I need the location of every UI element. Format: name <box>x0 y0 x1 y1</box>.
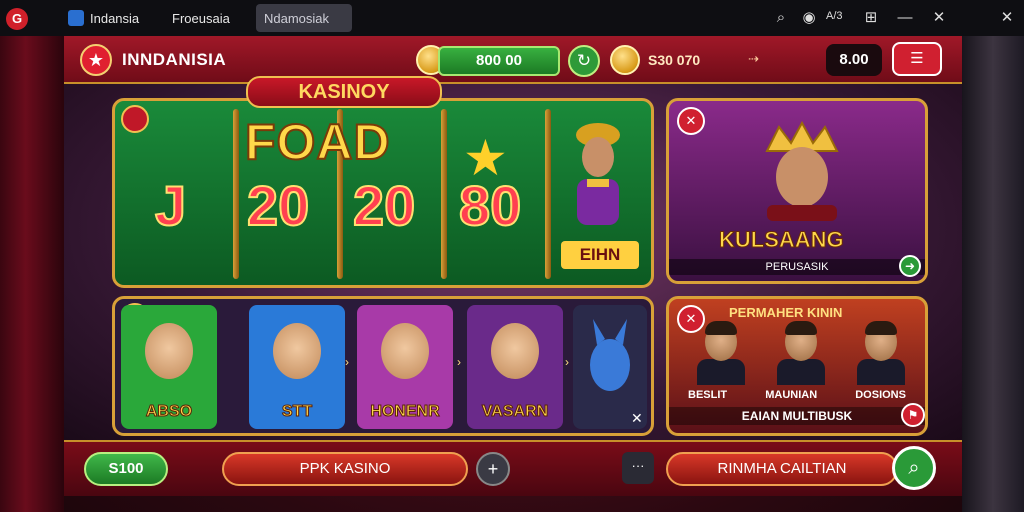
multiplayer-subtitle: EAIAN MULTIBUSK <box>669 407 925 425</box>
games-row-panel: ABSO STT › HONENR › VASARN › ✕ <box>112 296 654 436</box>
star-icon: ★ <box>463 130 508 186</box>
reel-divider <box>545 109 551 279</box>
player-name: MAUNIAN <box>765 389 818 401</box>
window-titlebar: G Indansia Froeusaia Ndamosiak ⌕ ◉ A/3 ⊞… <box>0 0 1024 36</box>
game-card[interactable]: ✕ <box>573 305 647 429</box>
game-card[interactable]: VASARN <box>467 305 563 429</box>
reel-divider <box>441 109 447 279</box>
promo-panel[interactable]: ✕ KULSAANG PERUSASIK ➜ <box>666 98 928 284</box>
chevron-right-icon: › <box>457 355 461 369</box>
multiplayer-title: PERMAHER KININ <box>729 305 843 320</box>
player-name: DOSIONS <box>855 389 906 401</box>
search-icon[interactable]: ⌕ <box>770 8 792 28</box>
player-name: BESLIT <box>688 389 728 401</box>
reel-symbol: 20 <box>352 173 416 238</box>
add-button[interactable]: + <box>476 452 510 486</box>
record-icon[interactable]: ◉ <box>798 8 820 28</box>
slot-badge-icon[interactable] <box>121 105 149 133</box>
tab-ndamosiak[interactable]: Ndamosiak <box>256 4 352 32</box>
menu-button[interactable]: ☰ <box>892 42 942 76</box>
tab-froeusaia[interactable]: Froeusaia <box>172 4 230 32</box>
game-card[interactable]: STT <box>249 305 345 429</box>
player-avatar <box>853 321 909 385</box>
grid-icon[interactable]: ⊞ <box>860 8 882 28</box>
tab-label: Froeusaia <box>172 10 230 26</box>
chevron-right-icon: › <box>565 355 569 369</box>
gold-amount: S30 070 <box>648 52 701 68</box>
game-lobby: G Indansia Froeusaia Ndamosiak ⌕ ◉ A/3 ⊞… <box>0 0 1024 512</box>
search-button-icon[interactable]: ⌕ <box>892 446 936 490</box>
tab-label: Indansia <box>90 10 140 26</box>
slot-title: KASINOY <box>246 76 442 108</box>
right-curtain <box>962 36 1024 512</box>
top-bar: ★ INNDANISIA 800 00 ↻ S30 070 ⇢ 8.00 ☰ <box>64 36 962 84</box>
king-avatar-icon <box>765 121 839 221</box>
slot-machine-panel[interactable]: FOAD J 20 20 80 ★ EIHN <box>112 98 654 288</box>
app-logo-icon[interactable]: G <box>6 8 28 30</box>
arrow-right-icon[interactable]: ➜ <box>899 255 921 277</box>
close-button[interactable]: ✕ <box>928 8 950 28</box>
character-girl-icon <box>576 123 620 225</box>
arrow-icon: ⇢ <box>748 51 759 66</box>
game-label: STT <box>281 403 313 421</box>
zoom-readout: A/3 <box>826 10 843 22</box>
slot-big-word: FOAD <box>244 113 391 171</box>
promo-subtitle: PERUSASIK <box>669 259 925 275</box>
dragon-icon: ✕ <box>590 319 643 426</box>
promo-title: KULSAANG <box>719 227 845 253</box>
game-label: HONENR <box>370 403 440 421</box>
player-avatar <box>773 321 829 385</box>
value-display: 8.00 <box>826 44 882 76</box>
game-label: ABSO <box>145 403 193 421</box>
player-avatar <box>693 321 749 385</box>
balance-display[interactable]: 800 00 <box>438 46 560 76</box>
gold-coin-icon <box>610 45 640 75</box>
character-face-icon <box>381 323 429 379</box>
bottom-bar: S100 PPK KASINO + ··· RINMHA CAILTIAN ⌕ <box>64 440 962 496</box>
star-badge-icon[interactable]: ★ <box>80 44 112 76</box>
more-button[interactable]: ··· <box>622 452 654 484</box>
game-card[interactable]: ABSO <box>121 305 217 429</box>
action-button[interactable]: RINMHA CAILTIAN <box>666 452 898 486</box>
close-far-button[interactable]: ✕ <box>996 8 1018 28</box>
bonus-button[interactable]: S100 <box>84 452 168 486</box>
tab-label: Ndamosiak <box>264 10 330 26</box>
character-face-icon <box>145 323 193 379</box>
tab-indansia[interactable]: Indansia <box>68 4 139 32</box>
minimize-button[interactable]: — <box>894 8 916 28</box>
bonus-label: S100 <box>108 460 144 477</box>
casino-button[interactable]: PPK KASINO <box>222 452 468 486</box>
flag-icon[interactable]: ⚑ <box>901 403 925 427</box>
close-icon[interactable]: ✕ <box>677 107 705 135</box>
multiplayer-panel[interactable]: ✕ PERMAHER KININ BESLIT MAUNIAN DOSIONS … <box>666 296 928 436</box>
game-card[interactable]: HONENR <box>357 305 453 429</box>
player-names: BESLIT MAUNIAN DOSIONS <box>669 389 925 401</box>
brand-name: INNDANISIA <box>122 50 227 69</box>
character-face-icon <box>273 323 321 379</box>
tab-favicon-icon <box>68 10 84 26</box>
svg-text:✕: ✕ <box>631 410 643 426</box>
reel-divider <box>233 109 239 279</box>
left-curtain <box>0 36 64 512</box>
character-label: EIHN <box>561 241 639 269</box>
chevron-right-icon: › <box>345 355 349 369</box>
character-face-icon <box>491 323 539 379</box>
game-label: VASARN <box>481 403 549 421</box>
refresh-icon[interactable]: ↻ <box>568 45 600 77</box>
reel-symbol: 20 <box>246 173 310 238</box>
reel-symbol: J <box>154 173 187 238</box>
